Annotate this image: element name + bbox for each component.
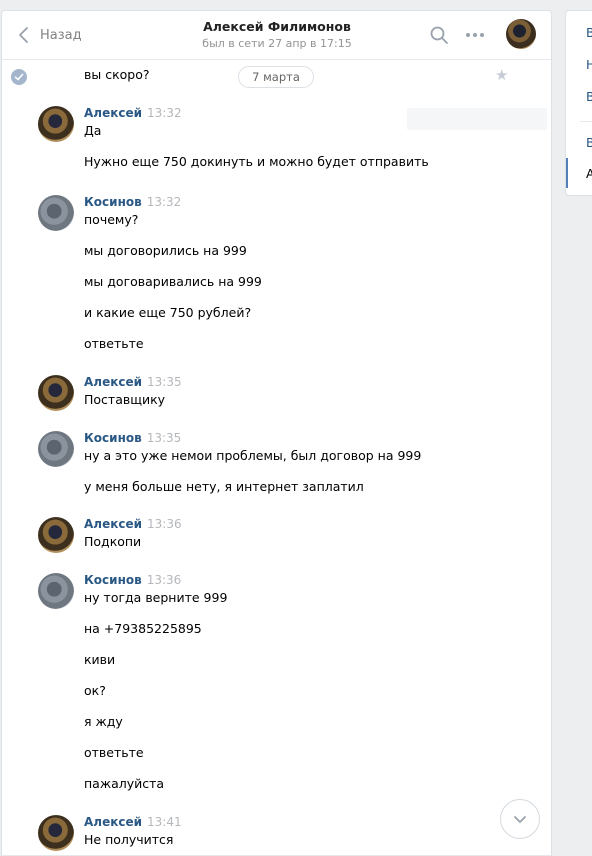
side-menu-item[interactable]: В — [586, 135, 592, 150]
side-menu-active-indicator — [566, 158, 568, 188]
message-time[interactable]: 13:35 — [147, 375, 182, 389]
message-text: ответьте — [84, 336, 144, 351]
message-author[interactable]: Косинов — [84, 573, 142, 587]
message-text: и какие еще 750 рублей? — [84, 305, 252, 320]
chevron-down-icon — [514, 816, 526, 823]
message-text: киви — [84, 652, 116, 667]
chat-header: Назад Алексей Филимонов был в сети 27 ап… — [2, 11, 551, 60]
message-text: Не получится — [84, 832, 174, 847]
message-text: ну тогда верните 999 — [84, 590, 228, 605]
search-icon[interactable] — [429, 25, 449, 45]
message-time[interactable]: 13:41 — [147, 815, 182, 829]
message-time[interactable]: 13:32 — [147, 195, 182, 209]
message-text: ок? — [84, 683, 106, 698]
chat-panel: Назад Алексей Филимонов был в сети 27 ап… — [1, 10, 552, 856]
message-text: мы договорились на 999 — [84, 243, 247, 258]
message-header: Косинов 13:36 — [84, 573, 181, 589]
message-text: я жду — [84, 714, 123, 729]
back-button[interactable]: Назад — [16, 24, 82, 46]
message-text: ну а это уже немои проблемы, был договор… — [84, 448, 422, 463]
message-time[interactable]: 13:32 — [147, 106, 182, 120]
avatar[interactable] — [38, 815, 74, 851]
message-author[interactable]: Алексей — [84, 375, 142, 389]
message-text: пажалуйста — [84, 776, 165, 791]
message-text: Нужно еще 750 докинуть и можно будет отп… — [84, 154, 429, 169]
side-menu-divider — [580, 121, 592, 122]
chevron-left-icon — [19, 27, 28, 43]
chat-title-block[interactable]: Алексей Филимонов был в сети 27 апр в 17… — [152, 18, 402, 52]
chat-title[interactable]: Алексей Филимонов — [152, 18, 402, 35]
message-header: Алексей 13:36 — [84, 517, 182, 533]
message-author[interactable]: Алексей — [84, 815, 142, 829]
message-header: Косинов 13:35 — [84, 431, 181, 447]
message-author[interactable]: Косинов — [84, 195, 142, 209]
message-header: Косинов 13:32 — [84, 195, 181, 211]
message-time[interactable]: 13:36 — [147, 517, 182, 531]
message-time[interactable]: 13:36 — [147, 573, 182, 587]
message-text: у меня больше нету, я интернет заплатил — [84, 479, 364, 494]
message-header: Алексей 13:32 — [84, 106, 182, 122]
back-label: Назад — [40, 27, 82, 43]
previous-message-text: вы скоро? — [84, 67, 150, 82]
check-icon — [11, 69, 27, 85]
side-menu-item[interactable]: В — [586, 25, 592, 40]
avatar[interactable] — [38, 573, 74, 609]
side-menu-item[interactable]: В — [586, 89, 592, 104]
message-author[interactable]: Алексей — [84, 106, 142, 120]
message-header: Алексей 13:41 — [84, 815, 182, 831]
side-menu-item[interactable]: Н — [586, 57, 592, 72]
contact-avatar[interactable] — [506, 19, 536, 49]
faded-tooltip — [407, 108, 547, 130]
chat-status: был в сети 27 апр в 17:15 — [202, 37, 352, 50]
message-text: Подкопи — [84, 534, 142, 549]
date-separator: 7 марта — [238, 66, 314, 88]
message-history[interactable]: вы скоро? 7 марта ★ Алексей 13:32 Да Нужно … — [2, 60, 551, 856]
message-text: мы договаривались на 999 — [84, 274, 262, 289]
message-text: Да — [84, 123, 102, 138]
message-text: ответьте — [84, 745, 144, 760]
avatar[interactable] — [38, 517, 74, 553]
message-header: Алексей 13:35 — [84, 375, 182, 391]
side-menu-item-active[interactable]: А — [586, 166, 592, 181]
message-author[interactable]: Косинов — [84, 431, 142, 445]
scroll-down-button[interactable] — [500, 799, 540, 839]
message-text: почему? — [84, 212, 139, 227]
message-text: на +79385225895 — [84, 621, 202, 636]
avatar[interactable] — [38, 375, 74, 411]
message-author[interactable]: Алексей — [84, 517, 142, 531]
star-icon[interactable]: ★ — [495, 66, 508, 84]
avatar[interactable] — [38, 431, 74, 467]
more-icon[interactable] — [465, 25, 485, 45]
side-menu: В Н В В А — [565, 10, 592, 196]
message-time[interactable]: 13:35 — [147, 431, 182, 445]
message-text: Поставщику — [84, 392, 166, 407]
avatar[interactable] — [38, 106, 74, 142]
avatar[interactable] — [38, 195, 74, 231]
